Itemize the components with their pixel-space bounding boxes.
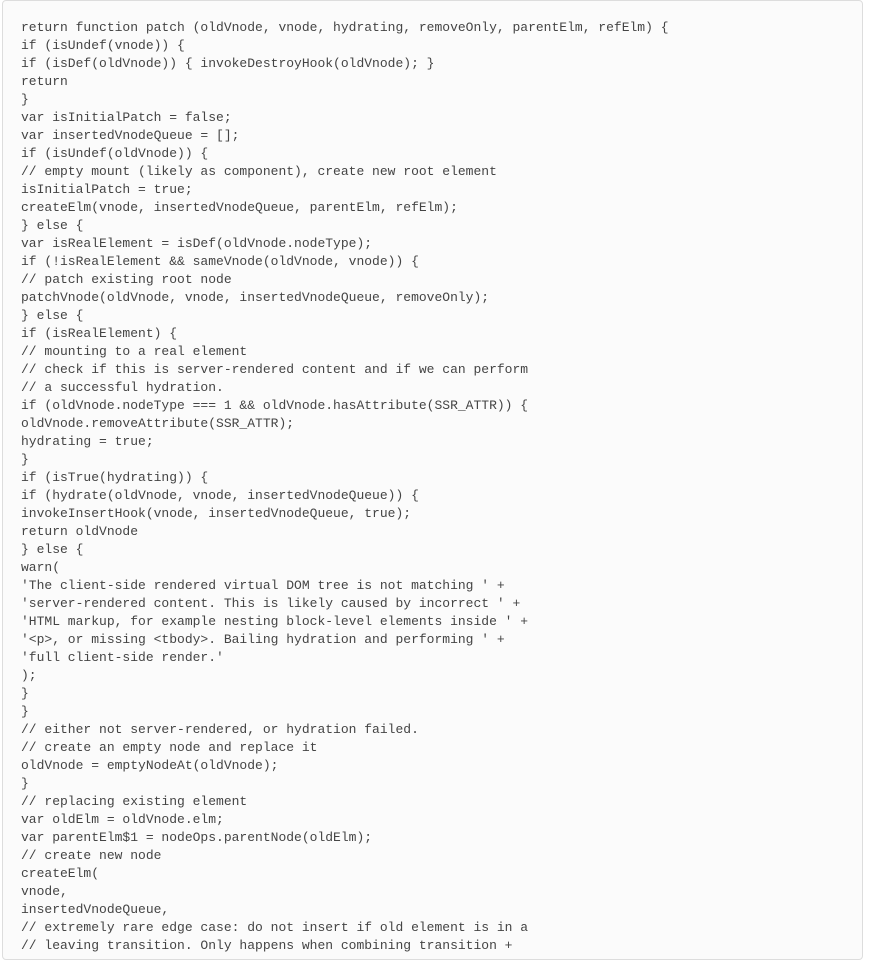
code-line: // patch existing root node [21, 271, 844, 289]
code-line: createElm( [21, 865, 844, 883]
code-line: insertedVnodeQueue, [21, 901, 844, 919]
code-line: } [21, 685, 844, 703]
code-line: oldVnode = emptyNodeAt(oldVnode); [21, 757, 844, 775]
code-line: // empty mount (likely as component), cr… [21, 163, 844, 181]
code-line: } else { [21, 541, 844, 559]
code-line: hydrating = true; [21, 433, 844, 451]
code-line: // mounting to a real element [21, 343, 844, 361]
code-line: var parentElm$1 = nodeOps.parentNode(old… [21, 829, 844, 847]
code-line: } else { [21, 307, 844, 325]
code-line: // leaving transition. Only happens when… [21, 937, 844, 955]
code-line: patchVnode(oldVnode, vnode, insertedVnod… [21, 289, 844, 307]
code-line: if (isUndef(vnode)) { [21, 37, 844, 55]
code-line: return [21, 73, 844, 91]
code-line: 'The client-side rendered virtual DOM tr… [21, 577, 844, 595]
code-line: // a successful hydration. [21, 379, 844, 397]
code-line: if (isUndef(oldVnode)) { [21, 145, 844, 163]
code-line: } [21, 775, 844, 793]
code-line: } [21, 91, 844, 109]
code-line: invokeInsertHook(vnode, insertedVnodeQue… [21, 505, 844, 523]
code-line: } [21, 451, 844, 469]
code-line: // either not server-rendered, or hydrat… [21, 721, 844, 739]
code-block: return function patch (oldVnode, vnode, … [21, 19, 844, 955]
code-line: 'server-rendered content. This is likely… [21, 595, 844, 613]
code-line: // create new node [21, 847, 844, 865]
code-line: vnode, [21, 883, 844, 901]
code-panel: return function patch (oldVnode, vnode, … [2, 0, 863, 960]
code-line: var insertedVnodeQueue = []; [21, 127, 844, 145]
code-line: if (hydrate(oldVnode, vnode, insertedVno… [21, 487, 844, 505]
code-line: oldVnode.removeAttribute(SSR_ATTR); [21, 415, 844, 433]
code-line: return oldVnode [21, 523, 844, 541]
code-line: } [21, 703, 844, 721]
code-line: warn( [21, 559, 844, 577]
code-line: if (!isRealElement && sameVnode(oldVnode… [21, 253, 844, 271]
code-line: } else { [21, 217, 844, 235]
code-line: var isInitialPatch = false; [21, 109, 844, 127]
code-line: return function patch (oldVnode, vnode, … [21, 19, 844, 37]
code-line: createElm(vnode, insertedVnodeQueue, par… [21, 199, 844, 217]
code-line: if (isDef(oldVnode)) { invokeDestroyHook… [21, 55, 844, 73]
code-line: ); [21, 667, 844, 685]
code-line: // create an empty node and replace it [21, 739, 844, 757]
code-line: if (isTrue(hydrating)) { [21, 469, 844, 487]
code-line: '<p>, or missing <tbody>. Bailing hydrat… [21, 631, 844, 649]
code-line: // check if this is server-rendered cont… [21, 361, 844, 379]
code-line: var isRealElement = isDef(oldVnode.nodeT… [21, 235, 844, 253]
code-line: var oldElm = oldVnode.elm; [21, 811, 844, 829]
code-line: 'full client-side render.' [21, 649, 844, 667]
code-line: 'HTML markup, for example nesting block-… [21, 613, 844, 631]
code-line: if (oldVnode.nodeType === 1 && oldVnode.… [21, 397, 844, 415]
code-line: isInitialPatch = true; [21, 181, 844, 199]
code-line: // extremely rare edge case: do not inse… [21, 919, 844, 937]
code-line: if (isRealElement) { [21, 325, 844, 343]
code-line: // replacing existing element [21, 793, 844, 811]
